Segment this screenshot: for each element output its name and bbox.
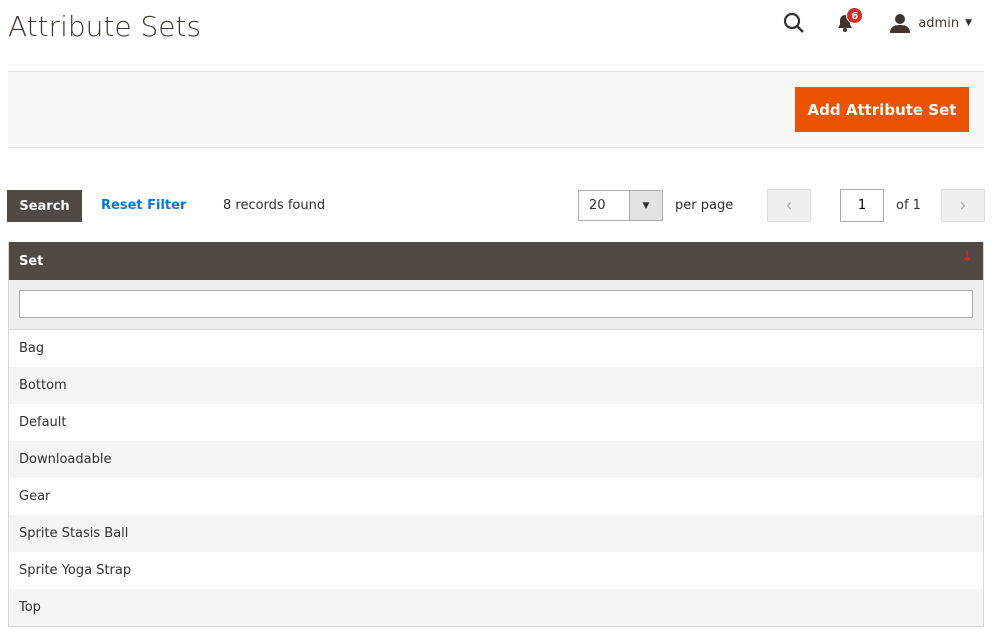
column-label: Set — [19, 254, 44, 269]
table-body: Bag Bottom Default Downloadable Gear Sprite S… — [9, 330, 983, 626]
user-menu[interactable]: admin ▼ — [890, 13, 972, 33]
table-row[interactable]: Bag — [9, 330, 983, 367]
chevron-left-icon: ‹ — [785, 195, 793, 216]
per-page-value: 20 — [589, 198, 606, 213]
page-input[interactable] — [840, 189, 884, 222]
records-count: 8 records found — [223, 198, 326, 213]
attribute-sets-table: Set ↓ Bag Bottom Default Downloadable Gear Spr… — [8, 242, 984, 627]
per-page-select[interactable]: 20 ▼ — [578, 190, 663, 221]
page-total: of 1 — [896, 198, 921, 213]
table-row[interactable]: Top — [9, 589, 983, 626]
table-row[interactable]: Bottom — [9, 367, 983, 404]
table-row[interactable]: Downloadable — [9, 441, 983, 478]
search-button[interactable]: Search — [7, 190, 82, 222]
column-header-set[interactable]: Set ↓ — [9, 242, 983, 280]
sort-arrow-icon: ↓ — [961, 249, 973, 265]
table-row[interactable]: Sprite Stasis Ball — [9, 515, 983, 552]
table-row[interactable]: Default — [9, 404, 983, 441]
chevron-down-icon[interactable]: ▼ — [629, 191, 662, 220]
search-icon[interactable] — [782, 11, 806, 35]
header-actions: 6 admin ▼ — [782, 7, 972, 38]
page-title: Attribute Sets — [8, 10, 202, 43]
reset-filter-link[interactable]: Reset Filter — [101, 198, 186, 213]
table-row[interactable]: Gear — [9, 478, 983, 515]
add-attribute-set-button[interactable]: Add Attribute Set — [795, 87, 969, 132]
chevron-right-icon: › — [959, 195, 967, 216]
notification-badge: 6 — [846, 7, 864, 24]
previous-page-button[interactable]: ‹ — [767, 189, 811, 222]
table-row[interactable]: Sprite Yoga Strap — [9, 552, 983, 589]
per-page-label: per page — [675, 198, 734, 213]
next-page-button[interactable]: › — [941, 189, 985, 222]
chevron-down-icon: ▼ — [965, 18, 972, 28]
user-icon — [890, 14, 911, 33]
user-name: admin — [918, 15, 960, 31]
notifications-button[interactable]: 6 — [836, 7, 864, 33]
filter-row — [9, 280, 983, 330]
set-filter-input[interactable] — [19, 290, 973, 318]
